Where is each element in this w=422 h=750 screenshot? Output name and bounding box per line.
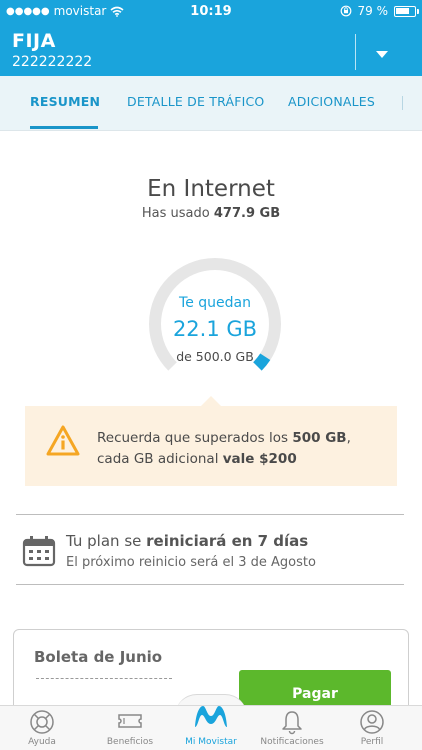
notice-pointer (201, 396, 221, 406)
divider (16, 514, 404, 515)
tab-separator (402, 96, 403, 110)
summary-content: En Internet Has usado 477.9 GB Te quedan… (0, 131, 422, 719)
plan-next-reset: El próximo reinicio será el 3 de Agosto (66, 555, 316, 570)
divider (16, 584, 404, 585)
usage-used-value: 477.9 GB (213, 206, 281, 221)
usage-title: En Internet (147, 176, 275, 202)
notice-limit: 500 GB (292, 430, 347, 446)
nav-label: Mi Movistar (185, 737, 237, 747)
notice-price: vale $200 (222, 451, 297, 467)
help-lifebuoy-icon (30, 710, 54, 734)
header-divider (355, 34, 356, 70)
nav-label: Ayuda (28, 737, 56, 747)
bottom-nav: Ayuda Beneficios Mi Movistar Notificacio… (0, 705, 422, 750)
usage-used: Has usado 477.9 GB (0, 206, 422, 221)
plan-reset-info: Tu plan se reiniciará en 7 días (66, 532, 308, 550)
gauge-label: Te quedan (179, 295, 251, 311)
rotation-lock-icon (340, 5, 351, 17)
notice-text-part: cada GB adicional (97, 451, 223, 467)
battery-icon (394, 5, 419, 17)
overage-notice: Recuerda que superados los 500 GB, cada … (25, 406, 397, 486)
battery-percent: 79 % (357, 4, 389, 18)
calendar-icon (22, 536, 56, 567)
gauge-remaining-value: 22.1 GB (172, 317, 258, 341)
movistar-logo-icon (195, 706, 227, 727)
plan-reset-text: Tu plan se (66, 532, 147, 550)
tab-resumen[interactable]: RESUMEN (30, 94, 100, 109)
notice-text-part: Recuerda que superados los (97, 430, 293, 446)
nav-label: Perfil (360, 737, 384, 747)
ticket-icon (118, 714, 142, 728)
service-number: 222222222 (12, 54, 93, 70)
notice-text-part: , (346, 430, 351, 446)
bell-icon (282, 711, 302, 735)
notice-text: Recuerda que superados los 500 GB, cada … (97, 428, 387, 470)
app-header: FIJA 222222222 (0, 24, 422, 76)
nav-item-mi-movistar[interactable]: Mi Movistar (176, 706, 246, 750)
nav-item-beneficios[interactable]: Beneficios (92, 706, 168, 750)
chevron-down-icon[interactable] (376, 51, 388, 58)
nav-item-ayuda[interactable]: Ayuda (8, 706, 76, 750)
tab-adicionales[interactable]: ADICIONALES (288, 94, 375, 109)
status-right: 79 % (340, 4, 419, 18)
plan-reset-days: reiniciará en 7 días (146, 532, 309, 550)
pay-button[interactable]: Pagar (239, 670, 391, 710)
warning-icon (46, 425, 80, 456)
bill-dashed-line (36, 678, 172, 679)
nav-item-notificaciones[interactable]: Notificaciones (255, 706, 329, 750)
profile-icon (360, 710, 384, 734)
nav-item-perfil[interactable]: Perfil (340, 706, 404, 750)
usage-used-label: Has usado (141, 206, 210, 221)
status-bar: ●●●●● movistar 10:19 79 % (0, 0, 422, 24)
tab-detalle-de-trafico[interactable]: DETALLE DE TRÁFICO (127, 94, 264, 109)
service-title: FIJA (12, 30, 56, 52)
nav-label: Beneficios (106, 737, 154, 747)
nav-label: Notificaciones (260, 737, 324, 747)
tab-bar: RESUMEN DETALLE DE TRÁFICO ADICIONALES (0, 76, 422, 131)
bill-title: Boleta de Junio (34, 648, 163, 666)
gauge-total: de 500.0 GB (176, 349, 254, 364)
battery-level (396, 7, 410, 14)
active-tab-indicator (30, 126, 98, 129)
